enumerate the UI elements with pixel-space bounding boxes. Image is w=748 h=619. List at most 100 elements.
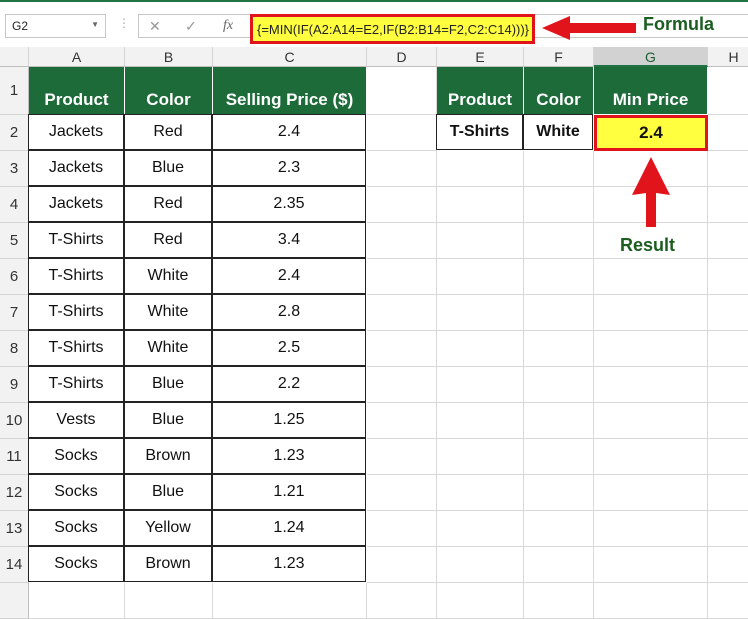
table-cell[interactable]: 2.5 [212, 330, 366, 366]
cell[interactable] [594, 367, 708, 403]
cell[interactable] [524, 403, 594, 439]
cell[interactable] [524, 151, 594, 187]
cell[interactable] [524, 187, 594, 223]
table-cell[interactable]: 3.4 [212, 222, 366, 258]
table-cell[interactable]: Blue [124, 366, 212, 402]
table-cell[interactable]: Jackets [28, 186, 124, 222]
table-cell[interactable]: 2.35 [212, 186, 366, 222]
cell[interactable] [594, 403, 708, 439]
table-cell[interactable]: Socks [28, 438, 124, 474]
table-cell[interactable]: Red [124, 222, 212, 258]
cell[interactable] [367, 259, 437, 295]
table-cell[interactable]: 2.4 [212, 258, 366, 294]
cell[interactable] [213, 583, 367, 619]
table-cell[interactable]: 2.2 [212, 366, 366, 402]
cell[interactable] [594, 331, 708, 367]
cell[interactable] [437, 547, 524, 583]
cell[interactable] [125, 583, 213, 619]
column-header-B[interactable]: B [125, 47, 213, 67]
table-cell[interactable]: Jackets [28, 114, 124, 150]
cell[interactable] [367, 403, 437, 439]
table-cell[interactable]: White [124, 258, 212, 294]
cell[interactable] [708, 511, 748, 547]
row-header[interactable]: 1 [0, 67, 29, 115]
cell[interactable] [524, 583, 594, 619]
cell[interactable] [437, 187, 524, 223]
row-header[interactable]: 14 [0, 547, 29, 583]
table-cell[interactable]: 1.21 [212, 474, 366, 510]
cancel-icon[interactable]: ✕ [149, 18, 161, 35]
table-cell[interactable]: 1.23 [212, 438, 366, 474]
cell[interactable] [367, 187, 437, 223]
fx-icon[interactable]: fx [223, 18, 233, 34]
cell[interactable] [524, 475, 594, 511]
cell[interactable] [367, 67, 437, 115]
cell[interactable] [708, 331, 748, 367]
cell[interactable] [437, 439, 524, 475]
table-cell[interactable]: 2.3 [212, 150, 366, 186]
chevron-down-icon[interactable]: ▼ [91, 20, 99, 29]
cell[interactable] [708, 259, 748, 295]
drag-handle-icon[interactable]: ⋮ [118, 16, 130, 30]
lookup-header[interactable]: Color [524, 67, 594, 115]
lookup-cell[interactable]: White [523, 114, 593, 150]
row-header[interactable] [0, 583, 29, 619]
table-cell[interactable]: T-Shirts [28, 330, 124, 366]
column-header-F[interactable]: F [524, 47, 594, 67]
cell[interactable] [524, 223, 594, 259]
table-cell[interactable]: 2.8 [212, 294, 366, 330]
cell[interactable] [708, 295, 748, 331]
table-cell[interactable]: 1.24 [212, 510, 366, 546]
table-cell[interactable]: Brown [124, 438, 212, 474]
cell[interactable] [708, 115, 748, 151]
cell[interactable] [437, 295, 524, 331]
cell[interactable] [708, 367, 748, 403]
cell[interactable] [367, 223, 437, 259]
column-header-H[interactable]: H [708, 47, 748, 67]
row-header[interactable]: 5 [0, 223, 29, 259]
cell[interactable] [708, 439, 748, 475]
cell[interactable] [367, 115, 437, 151]
table-cell[interactable]: T-Shirts [28, 258, 124, 294]
cell[interactable] [437, 223, 524, 259]
cell[interactable] [708, 151, 748, 187]
table-cell[interactable]: Socks [28, 474, 124, 510]
row-header[interactable]: 13 [0, 511, 29, 547]
cell[interactable] [367, 295, 437, 331]
cell[interactable] [437, 403, 524, 439]
table-cell[interactable]: Blue [124, 150, 212, 186]
cell[interactable] [367, 439, 437, 475]
name-box[interactable]: G2 ▼ [5, 14, 106, 38]
result-cell[interactable]: 2.4 [594, 115, 708, 151]
column-header-G[interactable]: G [594, 47, 708, 67]
lookup-header[interactable]: Min Price [594, 67, 708, 115]
table-cell[interactable]: T-Shirts [28, 294, 124, 330]
table-cell[interactable]: Jackets [28, 150, 124, 186]
table-cell[interactable]: White [124, 330, 212, 366]
row-header[interactable]: 9 [0, 367, 29, 403]
column-header-E[interactable]: E [437, 47, 524, 67]
cell[interactable] [437, 367, 524, 403]
table-cell[interactable]: Blue [124, 402, 212, 438]
row-header[interactable]: 3 [0, 151, 29, 187]
row-header[interactable]: 8 [0, 331, 29, 367]
cell[interactable] [367, 331, 437, 367]
row-header[interactable]: 12 [0, 475, 29, 511]
cell[interactable] [708, 187, 748, 223]
cell[interactable] [708, 475, 748, 511]
lookup-cell[interactable]: T-Shirts [436, 114, 523, 150]
cell[interactable] [29, 583, 125, 619]
row-header[interactable]: 4 [0, 187, 29, 223]
select-all-corner[interactable] [0, 47, 29, 67]
table-cell[interactable]: 1.23 [212, 546, 366, 582]
table-cell[interactable]: T-Shirts [28, 366, 124, 402]
cell[interactable] [437, 331, 524, 367]
table-cell[interactable]: T-Shirts [28, 222, 124, 258]
cell[interactable] [367, 583, 437, 619]
cell[interactable] [437, 583, 524, 619]
cell[interactable] [594, 475, 708, 511]
table-cell[interactable]: Red [124, 186, 212, 222]
row-header[interactable]: 6 [0, 259, 29, 295]
row-header[interactable]: 2 [0, 115, 29, 151]
cell[interactable] [708, 223, 748, 259]
